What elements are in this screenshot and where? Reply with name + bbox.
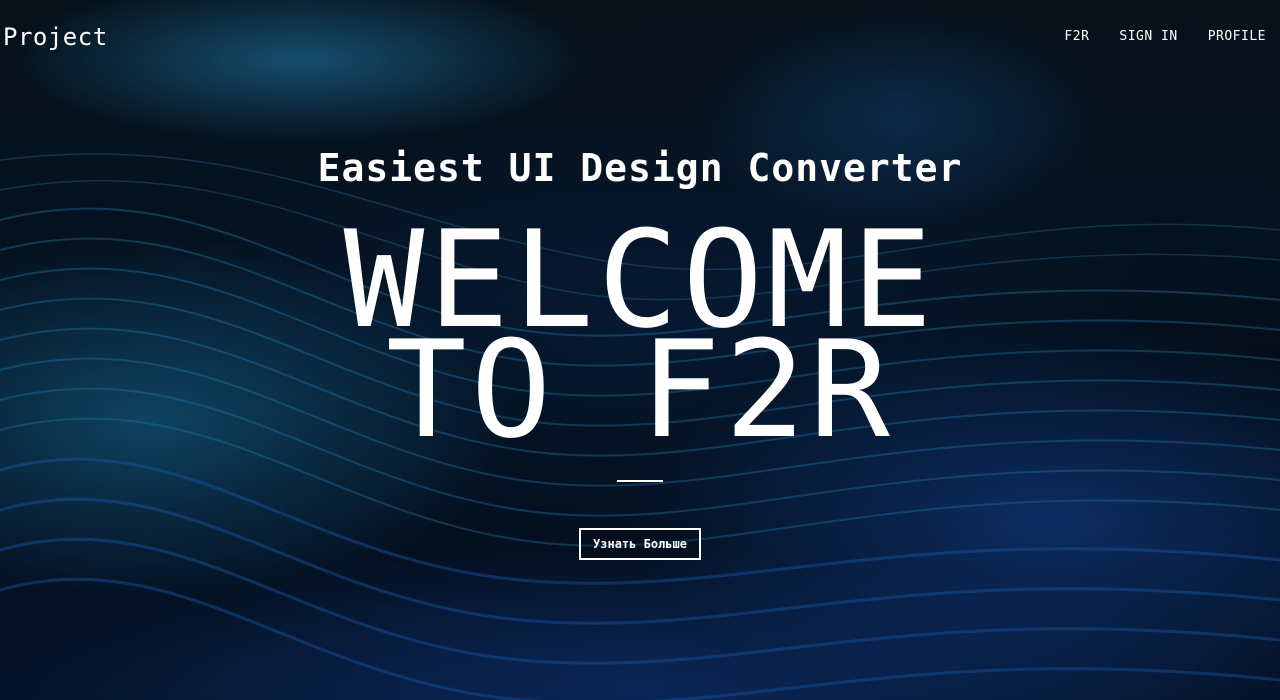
nav-link-profile[interactable]: PROFILE: [1208, 29, 1266, 45]
site-header: Project F2R SIGN IN PROFILE: [0, 0, 1280, 76]
nav-link-f2r[interactable]: F2R: [1064, 29, 1089, 45]
hero-divider: [617, 480, 663, 482]
hero-subtitle: Easiest UI Design Converter: [317, 146, 963, 190]
main-nav: F2R SIGN IN PROFILE: [1064, 29, 1266, 45]
learn-more-button[interactable]: Узнать Больше: [579, 528, 701, 560]
nav-link-sign-in[interactable]: SIGN IN: [1119, 29, 1177, 45]
landing-page: Project F2R SIGN IN PROFILE Easiest UI D…: [0, 0, 1280, 700]
hero-headline-line2: TO F2R: [385, 312, 895, 468]
logo[interactable]: Project: [3, 22, 108, 52]
